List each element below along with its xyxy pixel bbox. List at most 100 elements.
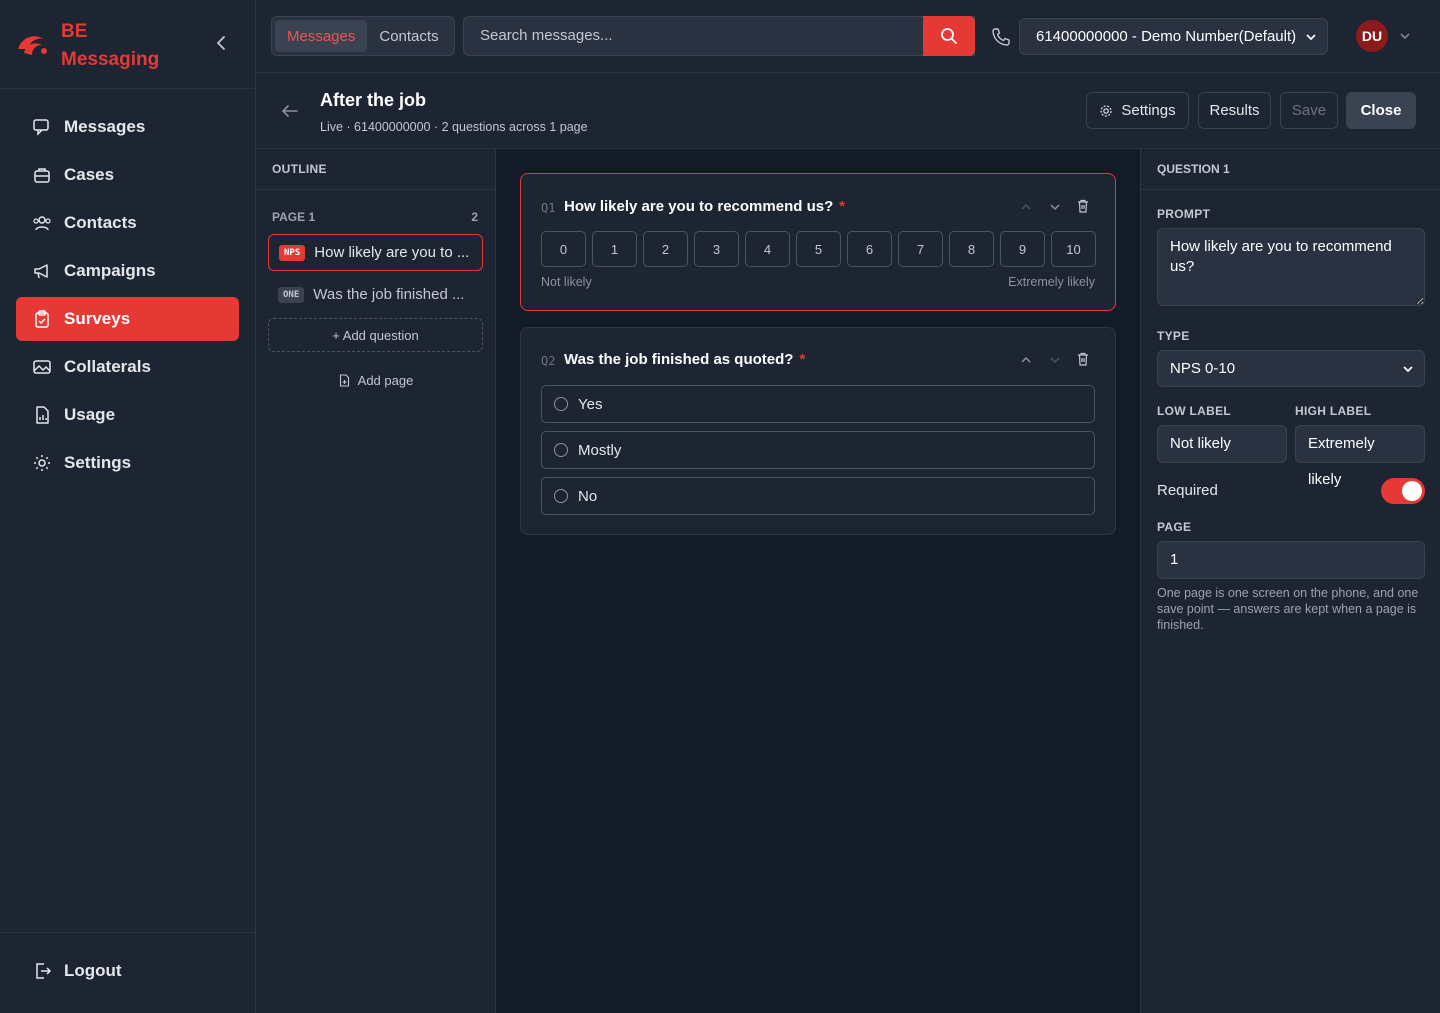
avatar[interactable]: DU [1356, 20, 1388, 52]
logout-icon [36, 963, 52, 979]
topbar: Messages Contacts Search messages... 614… [256, 0, 1440, 73]
sidebar-item-cases[interactable]: Cases [16, 153, 239, 197]
question-card-1[interactable]: Q1 How likely are you to recommend us? * … [520, 173, 1116, 311]
chevron-down-icon[interactable] [1398, 29, 1412, 43]
type-select-value: NPS 0-10 [1170, 360, 1236, 377]
question-title: How likely are you to recommend us? * [564, 198, 846, 215]
page-group-header: PAGE 1 2 [272, 210, 478, 224]
sidebar-item-label: Campaigns [64, 261, 156, 280]
users-icon [33, 216, 51, 231]
scale-option-5[interactable]: 5 [796, 231, 841, 267]
add-question-button[interactable]: + Add question [268, 318, 483, 352]
gear-icon [1100, 104, 1112, 117]
back-arrow-icon[interactable] [280, 101, 300, 121]
inspector-heading: QUESTION 1 [1141, 149, 1440, 190]
scale-option-9[interactable]: 9 [1000, 231, 1045, 267]
sidebar-item-label: Surveys [64, 309, 131, 328]
chevron-down-icon [1403, 366, 1413, 373]
search-button[interactable] [923, 16, 975, 56]
scale-option-3[interactable]: 3 [694, 231, 739, 267]
megaphone-icon [34, 264, 48, 279]
sidebar-item-campaigns[interactable]: Campaigns [16, 249, 239, 293]
move-up-icon[interactable] [1018, 199, 1034, 215]
sidebar-item-surveys[interactable]: Surveys [16, 297, 239, 341]
page-header: After the job Live · 61400000000 · 2 que… [256, 73, 1440, 149]
scale-option-0[interactable]: 0 [541, 231, 586, 267]
file-chart-icon [36, 406, 49, 424]
phone-icon [992, 28, 1010, 46]
prompt-textarea[interactable]: How likely are you to recommend us? [1157, 228, 1425, 306]
logout-label: Logout [64, 961, 122, 980]
sidebar: BE Messaging Messages Cases Contacts Cam… [0, 0, 256, 1013]
choice-label: Mostly [578, 441, 622, 459]
logout-button[interactable]: Logout [32, 961, 122, 981]
outline-question-2[interactable]: ONE Was the job finished ... [268, 276, 483, 313]
trash-icon[interactable] [1075, 351, 1091, 367]
question-card-2[interactable]: Q2 Was the job finished as quoted? * Yes … [520, 327, 1116, 535]
scale-option-2[interactable]: 2 [643, 231, 688, 267]
outline-heading: OUTLINE [256, 149, 495, 190]
toggle-knob [1402, 481, 1422, 501]
search-input[interactable]: Search messages... [463, 16, 975, 56]
low-label-heading: LOW LABEL [1157, 404, 1232, 418]
page-title: After the job [320, 90, 426, 110]
question-type-badge: ONE [278, 286, 305, 303]
sidebar-item-contacts[interactable]: Contacts [16, 201, 239, 245]
scale-option-10[interactable]: 10 [1051, 231, 1096, 267]
page-label: PAGE 1 [272, 210, 316, 224]
move-up-icon[interactable] [1018, 352, 1034, 368]
high-label-input[interactable]: Extremely likely [1295, 425, 1425, 488]
sidebar-item-usage[interactable]: Usage [16, 393, 239, 437]
scale-option-8[interactable]: 8 [949, 231, 994, 267]
tab-messages[interactable]: Messages [275, 20, 368, 52]
results-button[interactable]: Results [1198, 92, 1271, 129]
sidebar-item-settings[interactable]: Settings [16, 441, 239, 485]
sidebar-item-label: Contacts [64, 213, 137, 232]
question-number: Q2 [541, 354, 556, 368]
sidebar-item-collaterals[interactable]: Collaterals [16, 345, 239, 389]
sidebar-item-label: Usage [64, 405, 116, 424]
outline-question-1[interactable]: NPS How likely are you to ... [268, 234, 483, 271]
outline-question-label: How likely are you to ... [314, 244, 470, 261]
brand-name: BE Messaging [61, 21, 160, 70]
scale-option-6[interactable]: 6 [847, 231, 892, 267]
logo-icon [18, 36, 47, 55]
choice-label: No [578, 487, 598, 505]
required-toggle[interactable] [1381, 478, 1425, 504]
sender-number-value: 61400000000 - Demo Number(Default) [1036, 28, 1297, 45]
choice-option[interactable]: Mostly [541, 431, 1095, 469]
sender-number-select[interactable]: 61400000000 - Demo Number(Default) [1019, 18, 1328, 55]
question-number: Q1 [541, 201, 556, 215]
radio-icon [554, 397, 568, 411]
collapse-sidebar-icon[interactable] [210, 32, 232, 54]
chevron-down-icon [1306, 34, 1316, 41]
save-button[interactable]: Save [1280, 92, 1338, 129]
settings-button[interactable]: Settings [1086, 92, 1189, 129]
survey-meta: Live · 61400000000 · 2 questions across … [320, 120, 588, 134]
sidebar-item-label: Settings [64, 453, 132, 472]
choice-option[interactable]: Yes [541, 385, 1095, 423]
required-asterisk: * [839, 198, 846, 215]
page-field-label: PAGE [1157, 520, 1192, 534]
scale-option-4[interactable]: 4 [745, 231, 790, 267]
outline-panel: OUTLINE PAGE 1 2 NPS How likely are you … [256, 149, 496, 1013]
close-button[interactable]: Close [1346, 92, 1416, 129]
scale-option-1[interactable]: 1 [592, 231, 637, 267]
image-icon [33, 360, 51, 374]
type-select[interactable]: NPS 0-10 [1157, 350, 1425, 387]
tab-contacts[interactable]: Contacts [367, 20, 450, 52]
message-icon [33, 119, 49, 136]
choice-option[interactable]: No [541, 477, 1095, 515]
scale-option-7[interactable]: 7 [898, 231, 943, 267]
required-label: Required [1157, 482, 1218, 499]
sidebar-item-label: Cases [64, 165, 115, 184]
low-label-input[interactable]: Not likely [1157, 425, 1287, 463]
sidebar-item-messages[interactable]: Messages [16, 105, 239, 149]
page-input[interactable]: 1 [1157, 541, 1425, 579]
trash-icon[interactable] [1075, 198, 1091, 214]
move-down-icon[interactable] [1047, 352, 1063, 368]
outline-question-label: Was the job finished ... [313, 286, 465, 303]
add-page-button[interactable]: Add page [268, 368, 483, 392]
page-question-count: 2 [471, 210, 478, 224]
move-down-icon[interactable] [1047, 199, 1063, 215]
